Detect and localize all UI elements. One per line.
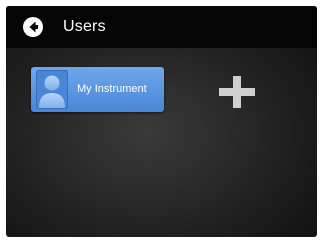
header-bar: Users [6,6,317,48]
user-avatar-icon [36,70,68,109]
user-tile-my-instrument[interactable]: My Instrument [31,67,164,112]
device-screen: Users My Instrument [6,6,317,237]
add-user-plus-icon[interactable] [216,74,258,110]
user-tile-label: My Instrument [77,83,147,95]
back-arrow-icon[interactable] [22,16,44,38]
page-title: Users [63,18,106,35]
